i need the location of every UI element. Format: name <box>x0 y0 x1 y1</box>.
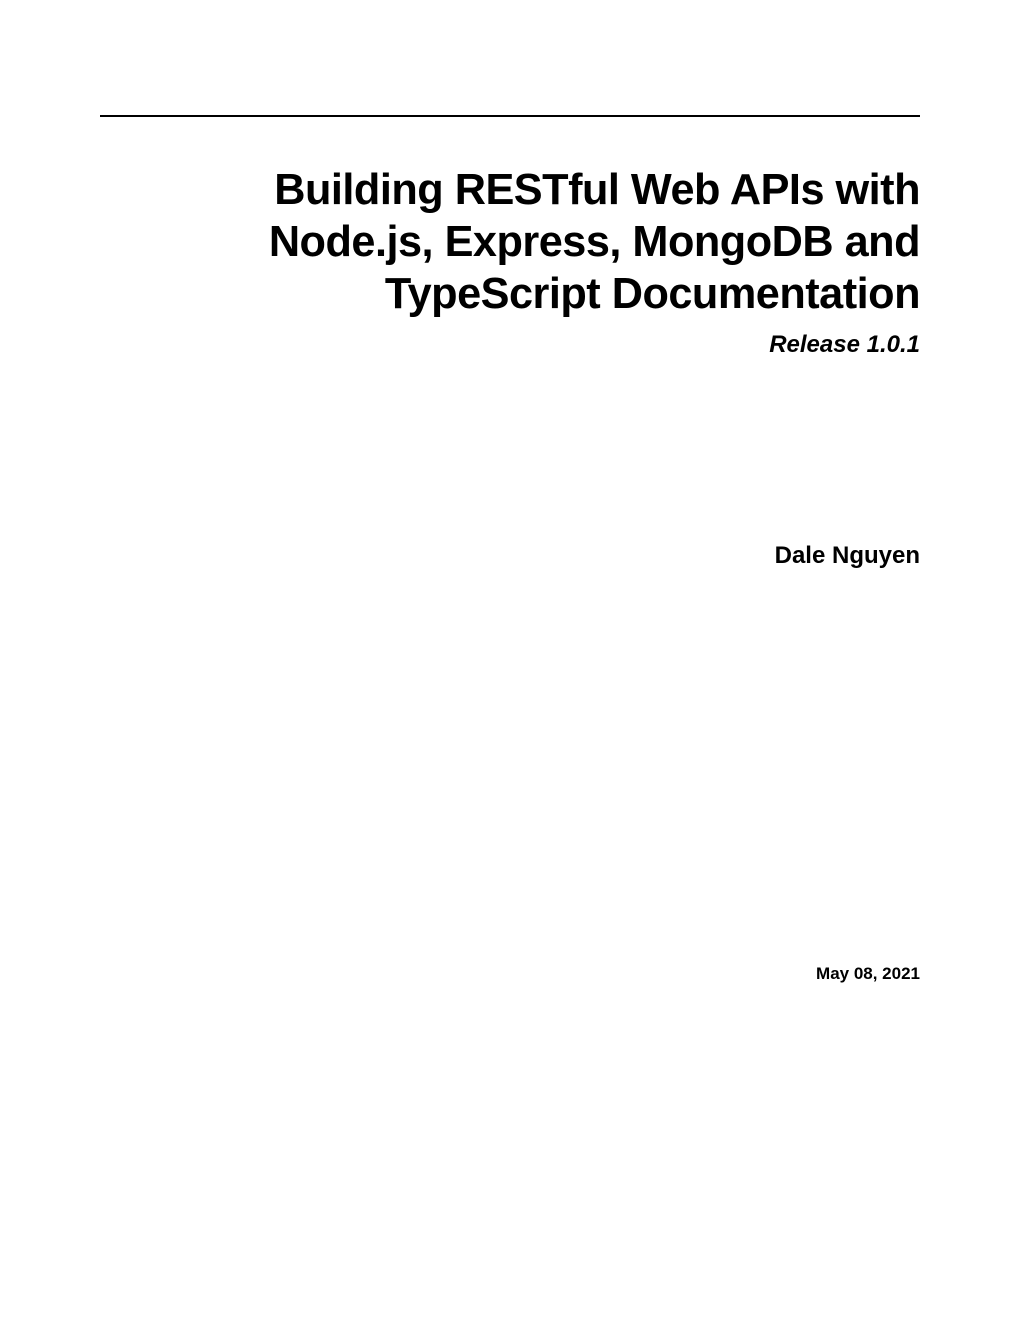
document-title: Building RESTful Web APIs with Node.js, … <box>100 165 920 321</box>
publication-date: May 08, 2021 <box>816 964 920 984</box>
release-label: Release 1.0.1 <box>100 331 920 359</box>
document-page: Building RESTful Web APIs with Node.js, … <box>0 0 1020 1320</box>
author-name: Dale Nguyen <box>775 542 920 570</box>
horizontal-rule <box>100 115 920 117</box>
